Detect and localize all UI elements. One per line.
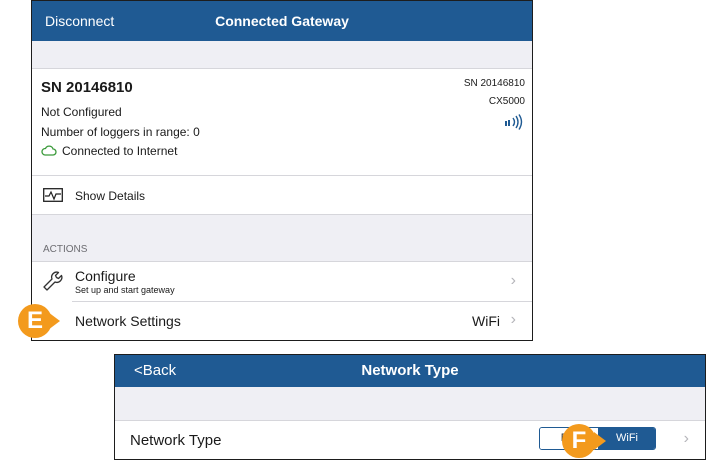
- chevron-right-icon: ›: [510, 272, 516, 289]
- configure-title: Configure: [75, 268, 136, 284]
- network-settings-value: WiFi: [472, 313, 500, 329]
- device-status: Not Configured: [41, 105, 122, 119]
- nav-bar: <Back Network Type: [115, 355, 705, 387]
- device-model: CX5000: [488, 96, 525, 107]
- spacer-band: [115, 387, 705, 421]
- wrench-icon: [41, 269, 63, 291]
- divider: [32, 68, 532, 69]
- chevron-right-icon: ›: [683, 430, 689, 447]
- network-settings-label: Network Settings: [75, 313, 181, 329]
- network-type-label: Network Type: [130, 432, 222, 449]
- chevron-right-icon: ›: [510, 311, 516, 328]
- actions-header: ACTIONS: [43, 244, 88, 255]
- callout-marker-f: F: [562, 424, 596, 458]
- cloud-icon: [41, 144, 57, 156]
- show-details-row[interactable]: Show Details: [32, 176, 532, 214]
- actions-section-band: [32, 215, 532, 261]
- loggers-in-range: Number of loggers in range: 0: [41, 125, 200, 139]
- divider: [32, 214, 532, 215]
- configure-subtitle: Set up and start gateway: [75, 285, 175, 295]
- callout-marker-e: E: [18, 304, 52, 338]
- show-details-label: Show Details: [75, 189, 146, 203]
- divider: [115, 420, 705, 421]
- configure-row[interactable]: Configure Set up and start gateway ›: [32, 262, 532, 301]
- nav-bar: Disconnect Connected Gateway: [32, 1, 532, 41]
- device-serial: SN 20146810: [463, 78, 525, 89]
- wifi-option[interactable]: WiFi: [598, 428, 655, 449]
- signal-icon: [504, 114, 526, 130]
- chart-icon: [43, 188, 63, 202]
- network-settings-row[interactable]: Network Settings WiFi ›: [32, 302, 532, 340]
- nav-title: Connected Gateway: [215, 13, 349, 29]
- spacer-band: [32, 41, 532, 69]
- network-type-screen: <Back Network Type Network Type Eth WiFi…: [114, 354, 706, 460]
- internet-status: Connected to Internet: [62, 144, 178, 158]
- device-name: SN 20146810: [41, 79, 133, 96]
- nav-title: Network Type: [361, 362, 459, 379]
- connected-gateway-screen: Disconnect Connected Gateway SN 20146810…: [31, 0, 533, 341]
